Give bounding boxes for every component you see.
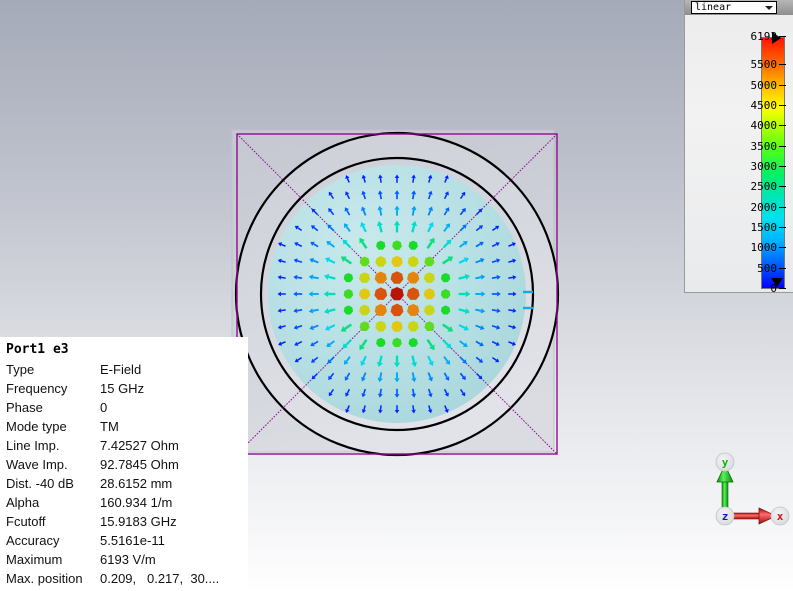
scale-mode-select[interactable]: linear [691,1,777,14]
info-row-value: 6193 V/m [100,552,156,567]
cst-field-viewport: Port1 e3 Type E-Field Frequency 15 GHz Phase… [0,0,793,591]
info-row: Type E-Field [0,360,248,379]
info-row: Max. position 0.209, 0.217, 30.... [0,569,248,588]
field-info-panel: Port1 e3 Type E-Field Frequency 15 GHz Phase… [0,337,248,591]
info-row-key: Type [6,362,35,377]
field-plot-svg [231,129,560,457]
info-row-value: TM [100,419,119,434]
legend-tick-5000: 5000 [715,80,786,91]
legend-tick-3000: 3000 [715,161,786,172]
info-row: Phase 0 [0,398,248,417]
axis-y: y [715,452,735,517]
legend-tick-3500: 3500 [715,141,786,152]
info-row: Fcutoff 15.9183 GHz [0,512,248,531]
axis-x: x [728,506,790,526]
legend-tick-2000: 2000 [715,202,786,213]
info-row-key: Frequency [6,381,68,396]
axis-y-label: y [722,456,729,469]
legend-tick-4500: 4500 [715,100,786,111]
info-row-key: Phase [6,400,43,415]
axis-z-label: z [722,510,729,523]
legend-max-marker [772,32,781,44]
legend-tick-5500: 5500 [715,59,786,70]
info-row-value: 0 [100,400,108,415]
axis-z: z [715,506,735,526]
legend-tick-500: 500 [715,263,786,274]
info-row-key: Fcutoff [6,514,46,529]
legend-body: 6193 5500 5000 4500 4000 3500 3000 2500 2000 1500… [685,15,793,294]
axis-orientation-gizmo[interactable]: y x z [700,452,790,532]
info-row-value: E-Field [100,362,142,377]
info-row: Accuracy 5.5161e-11 [0,531,248,550]
info-row-value: 15 GHz [100,381,145,396]
axis-x-label: x [777,510,784,523]
legend-tick-1000: 1000 [715,242,786,253]
legend-tick-6193: 6193 [715,31,786,42]
info-row-key: Dist. -40 dB [6,476,74,491]
scale-mode-label: linear [695,2,732,13]
info-row-key: Maximum [6,552,63,567]
info-row-key: Line Imp. [6,438,60,453]
info-row-key: Accuracy [6,533,60,548]
info-row: Wave Imp. 92.7845 Ohm [0,455,248,474]
info-row-value: 92.7845 Ohm [100,457,179,472]
port-mode-plot[interactable] [230,127,566,463]
legend-tick-4000: 4000 [715,120,786,131]
info-row-value: 28.6152 mm [100,476,173,491]
info-row: Line Imp. 7.42527 Ohm [0,436,248,455]
info-row: Alpha 160.934 1/m [0,493,248,512]
legend-tick-0: 0 [715,283,786,294]
info-row-key: Max. position [6,571,83,586]
info-panel-title: Port1 e3 [6,342,69,357]
legend-header: linear [685,0,793,15]
legend-tick-1500: 1500 [715,222,786,233]
info-row-value: 5.5161e-11 [100,533,165,548]
info-row: Maximum 6193 V/m [0,550,248,569]
info-row-key: Mode type [6,419,67,434]
legend-min-marker [771,278,783,287]
info-row-key: Wave Imp. [6,457,68,472]
info-row: Mode type TM [0,417,248,436]
chevron-down-icon[interactable] [765,6,773,10]
info-row-value: 15.9183 GHz [100,514,177,529]
info-row-key: Alpha [6,495,40,510]
color-legend: linear 6193 5500 5000 4500 4000 3500 3000 2500 2… [684,0,793,294]
info-row-value: 0.209, 0.217, 30.... [100,571,220,586]
info-panel-rows: Type E-Field Frequency 15 GHz Phase 0 Mode typ… [0,360,248,588]
info-row-value: 7.42527 Ohm [100,438,179,453]
info-row-value: 160.934 1/m [100,495,173,510]
info-row: Frequency 15 GHz [0,379,248,398]
legend-tick-2500: 2500 [715,181,786,192]
info-row: Dist. -40 dB 28.6152 mm [0,474,248,493]
